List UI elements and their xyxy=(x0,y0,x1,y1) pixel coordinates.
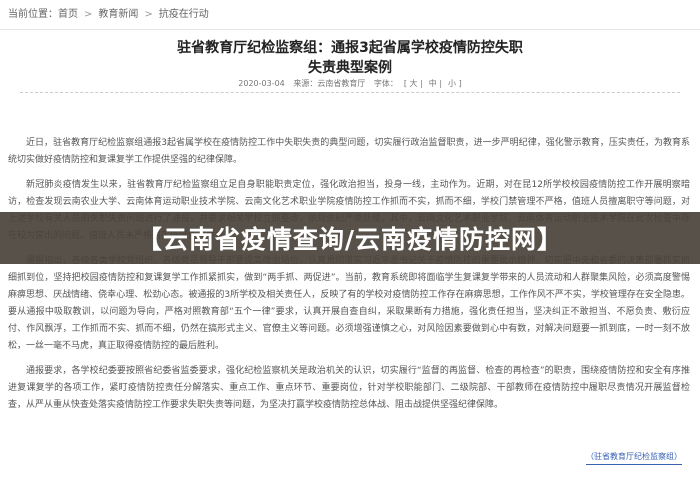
title-line-1: 驻省教育厅纪检监察组：通报3起省属学校疫情防控失职 xyxy=(177,40,523,56)
font-size-medium-button[interactable]: 中 | xyxy=(429,79,442,88)
publish-date: 2020-03-04 xyxy=(238,79,285,88)
breadcrumb-prefix: 当前位置： xyxy=(8,8,58,20)
article-meta: 2020-03-04 来源：云南省教育厅 字体： [ 大 | 中 | 小 ] xyxy=(0,78,700,89)
paragraph: 近日，驻省教育厅纪检监察组通报3起省属学校在疫情防控工作中失职失责的典型问题，切… xyxy=(8,138,690,165)
source-label: 来源：云南省教育厅 xyxy=(293,79,366,88)
breadcrumb-current[interactable]: 抗疫在行动 xyxy=(159,0,209,30)
paragraph: 通报要求，各学校纪委要按照省纪委省监委要求，强化纪检监察机关是政治机关的认识，切… xyxy=(8,366,690,410)
breadcrumb: 当前位置： 首页 > 教育新闻 > 抗疫在行动 xyxy=(0,0,700,30)
article-body: 近日，驻省教育厅纪检监察组通报3起省属学校在疫情防控工作中失职失责的典型问题，切… xyxy=(8,135,690,422)
page-title: 驻省教育厅纪检监察组：通报3起省属学校疫情防控失职 失责典型案例 xyxy=(0,38,700,78)
breadcrumb-separator: > xyxy=(84,8,93,20)
breadcrumb-separator: > xyxy=(144,8,153,20)
font-size-label: 字体： xyxy=(373,79,398,88)
title-line-2: 失责典型案例 xyxy=(308,60,392,76)
source-link[interactable]: （驻省教育厅纪检监察组） xyxy=(586,450,682,465)
breadcrumb-education-news[interactable]: 教育新闻 xyxy=(98,0,138,30)
font-size-large-button[interactable]: [ 大 | xyxy=(404,79,423,88)
overlay-banner-text: 【云南省疫情查询/云南疫情防控网】 xyxy=(136,225,564,254)
font-size-small-button[interactable]: 小 ] xyxy=(448,79,462,88)
breadcrumb-home[interactable]: 首页 xyxy=(58,0,78,30)
divider xyxy=(20,92,680,93)
paragraph: 通报指出，各级各类学校党组织、各级党员领导干部要提高政治站位，认真贯彻落实习近平… xyxy=(8,256,690,351)
overlay-banner: 【云南省疫情查询/云南疫情防控网】 xyxy=(0,212,700,264)
